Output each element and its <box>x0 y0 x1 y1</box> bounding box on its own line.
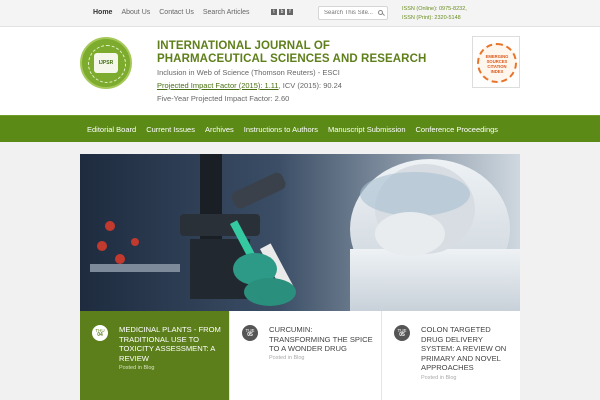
post-card[interactable]: TUE 05 COLON TARGETED DRUG DELIVERY SYST… <box>382 311 520 400</box>
nav-current-issues[interactable]: Current Issues <box>146 125 195 134</box>
esci-badge[interactable]: EMERGING SOURCES CITATION INDEX <box>472 36 520 88</box>
top-nav-search-articles[interactable]: Search Articles <box>203 9 250 16</box>
hero-slider-image[interactable] <box>80 154 520 311</box>
post-date-badge: THU 04 <box>92 325 108 341</box>
nav-archives[interactable]: Archives <box>205 125 234 134</box>
nav-instructions-to-authors[interactable]: Instructions to Authors <box>244 125 318 134</box>
top-nav: Home About Us Contact Us Search Articles <box>93 9 259 16</box>
post-title[interactable]: COLON TARGETED DRUG DELIVERY SYSTEM: A R… <box>421 325 513 373</box>
issn-online: ISSN (Online): 0975-8232, <box>402 6 467 12</box>
site-header: IJPSR INTERNATIONAL JOURNAL OF PHARMACEU… <box>0 27 600 115</box>
journal-title-line1: INTERNATIONAL JOURNAL OF <box>157 40 330 52</box>
issn-print: ISSN (Print): 2320-5148 <box>402 15 461 21</box>
post-card[interactable]: TUE 05 CURCUMIN: TRANSFORMING THE SPICE … <box>230 311 382 400</box>
journal-title-line2: PHARMACEUTICAL SCIENCES AND RESEARCH <box>157 53 427 65</box>
post-date: 05 <box>399 332 405 338</box>
issn-info: ISSN (Online): 0975-8232, ISSN (Print): … <box>402 5 467 23</box>
blogger-icon[interactable]: b <box>279 9 285 15</box>
facebook-icon[interactable]: f <box>287 9 293 15</box>
nav-conference-proceedings[interactable]: Conference Proceedings <box>416 125 499 134</box>
top-bar: Home About Us Contact Us Search Articles… <box>0 0 600 27</box>
post-meta: Posted in Blog <box>119 365 155 371</box>
journal-logo[interactable]: IJPSR <box>80 37 132 89</box>
impact-factor-link[interactable]: Projected Impact Factor (2015): 1.11 <box>157 81 279 90</box>
lab-scientist-image <box>80 154 520 311</box>
top-nav-contact-us[interactable]: Contact Us <box>159 9 194 16</box>
post-date: 05 <box>247 332 253 338</box>
post-meta: Posted in Blog <box>269 355 305 361</box>
post-title[interactable]: CURCUMIN: TRANSFORMING THE SPICE TO A WO… <box>269 325 375 354</box>
post-card[interactable]: THU 04 MEDICINAL PLANTS - FROM TRADITION… <box>80 311 230 400</box>
impact-factor-line: Projected Impact Factor (2015): 1.11, IC… <box>157 81 342 90</box>
esci-badge-text: EMERGING SOURCES CITATION INDEX <box>485 54 509 74</box>
top-nav-about-us[interactable]: About Us <box>121 9 150 16</box>
post-meta: Posted in Blog <box>421 375 457 381</box>
top-nav-home[interactable]: Home <box>93 9 112 16</box>
twitter-icon[interactable]: t <box>271 9 277 15</box>
featured-posts: THU 04 MEDICINAL PLANTS - FROM TRADITION… <box>80 311 520 400</box>
five-year-impact: Five-Year Projected Impact Factor: 2.60 <box>157 94 290 103</box>
site-search <box>318 6 388 20</box>
search-icon[interactable] <box>378 10 383 15</box>
nav-manuscript-submission[interactable]: Manuscript Submission <box>328 125 406 134</box>
journal-logo-text: IJPSR <box>94 53 118 73</box>
main-nav: Editorial Board Current Issues Archives … <box>0 115 600 142</box>
social-links: t b f <box>271 9 293 15</box>
search-input[interactable] <box>324 10 376 16</box>
journal-title[interactable]: INTERNATIONAL JOURNAL OF PHARMACEUTICAL … <box>157 40 437 66</box>
inclusion-text: Inclusion in Web of Science (Thomson Reu… <box>157 68 340 77</box>
post-date-badge: TUE 05 <box>394 325 410 341</box>
icv-text: , ICV (2015): 90.24 <box>278 81 342 90</box>
post-date-badge: TUE 05 <box>242 325 258 341</box>
post-title[interactable]: MEDICINAL PLANTS - FROM TRADITIONAL USE … <box>119 325 225 363</box>
nav-editorial-board[interactable]: Editorial Board <box>87 125 136 134</box>
post-date: 04 <box>97 332 103 338</box>
